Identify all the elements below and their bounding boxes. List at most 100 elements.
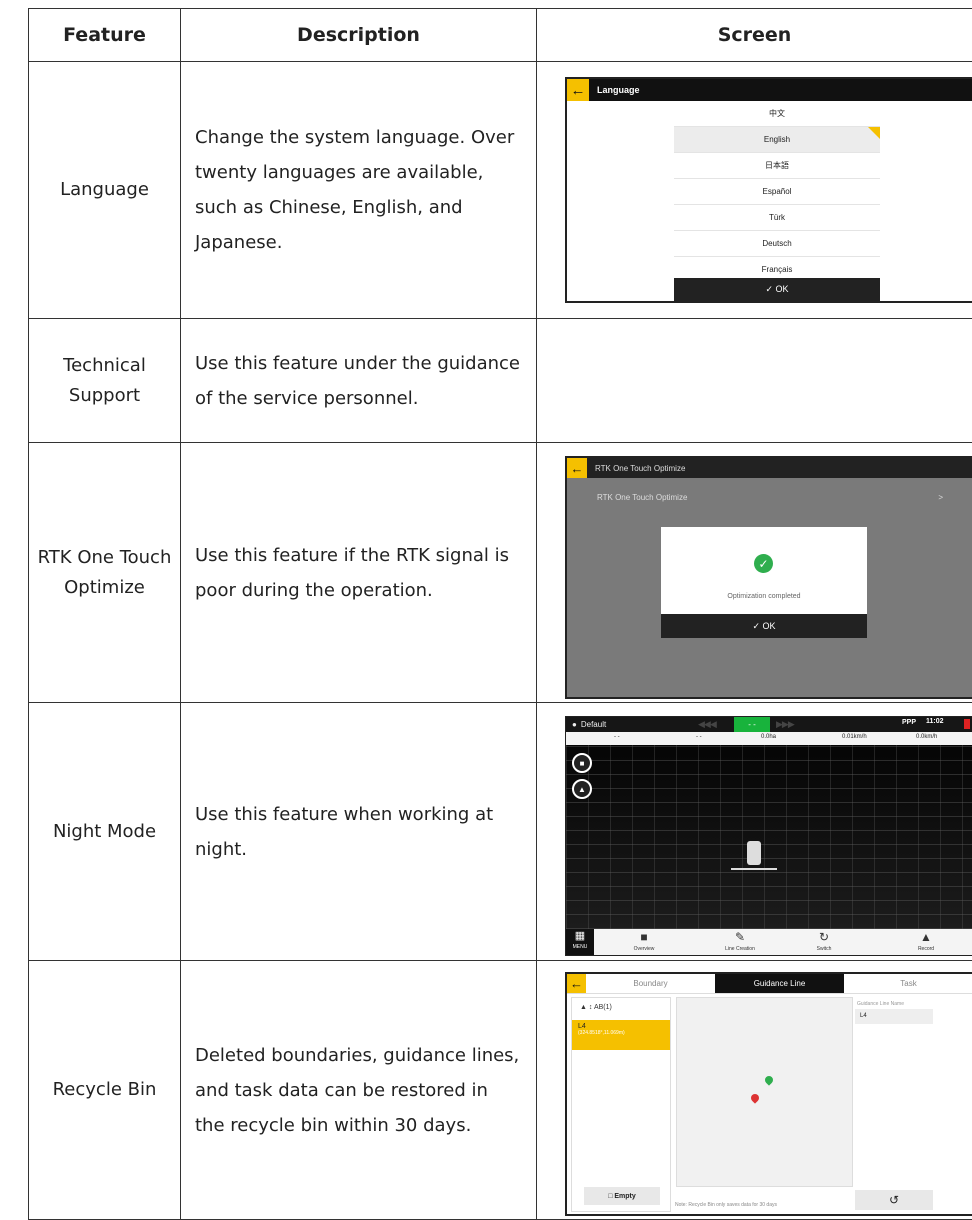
switch-icon: ↻ bbox=[794, 929, 854, 946]
back-arrow-icon[interactable]: ← bbox=[567, 458, 587, 478]
language-item[interactable]: Türk bbox=[674, 205, 880, 231]
table-row: Recycle Bin Deleted boundaries, guidance… bbox=[29, 961, 972, 1220]
header-feature: Feature bbox=[29, 9, 181, 62]
clock: 11:02 bbox=[926, 718, 944, 725]
tab-bar: ← Boundary Guidance Line Task bbox=[567, 974, 972, 994]
feature-cell: Recycle Bin bbox=[29, 961, 181, 1220]
tool-label: Line Creation bbox=[710, 946, 770, 952]
menu-button[interactable]: ▦ MENU bbox=[566, 929, 594, 955]
rtk-screenshot: ← RTK One Touch Optimize RTK One Touch O… bbox=[565, 456, 972, 699]
tool-label: Record bbox=[896, 946, 956, 952]
overview-button[interactable]: ■Overview bbox=[614, 929, 674, 955]
night-mode-screenshot: ● Default ◀◀◀ - - ▶▶▶ PPP 11:02 - - - - … bbox=[565, 716, 972, 956]
restore-icon: ↺ bbox=[889, 1193, 899, 1207]
stats-bar: - - - - 0.0ha 0.01km/h 0.0km/h bbox=[566, 732, 972, 745]
back-arrow-icon[interactable]: ← bbox=[567, 974, 586, 993]
feature-cell: RTK One Touch Optimize bbox=[29, 443, 181, 703]
menu-label: MENU bbox=[566, 944, 594, 950]
stat-value: 0.01km/h bbox=[842, 734, 867, 740]
description-cell: Use this feature when working at night. bbox=[181, 703, 537, 961]
table-row: Night Mode Use this feature when working… bbox=[29, 703, 972, 961]
chevron-right-icon: > bbox=[938, 493, 943, 502]
line-creation-icon: ✎ bbox=[710, 929, 770, 946]
description-cell: Use this feature under the guidance of t… bbox=[181, 319, 537, 443]
language-item[interactable]: 日本語 bbox=[674, 153, 880, 179]
language-title: Language bbox=[597, 85, 640, 95]
record-button[interactable]: ▲Record bbox=[896, 929, 956, 955]
field-label: Guidance Line Name bbox=[857, 1001, 904, 1007]
empty-button[interactable]: □ Empty bbox=[584, 1187, 660, 1205]
header-description: Description bbox=[181, 9, 537, 62]
switch-button[interactable]: ↻Switch bbox=[794, 929, 854, 955]
deviation-value: - - bbox=[734, 717, 770, 732]
language-header: ← Language bbox=[567, 79, 972, 101]
feature-table: Feature Description Screen Language Chan… bbox=[28, 8, 972, 1220]
grid-icon: ▦ bbox=[566, 929, 594, 944]
ok-button[interactable]: ✓ OK bbox=[674, 278, 880, 301]
stat-value: - - bbox=[614, 734, 620, 740]
description-cell: Deleted boundaries, guidance lines, and … bbox=[181, 961, 537, 1220]
group-header[interactable]: ▲ ↕ AB(1) bbox=[572, 998, 670, 1017]
screen-cell: ← Boundary Guidance Line Task ▲ ↕ AB(1) … bbox=[537, 961, 972, 1220]
tool-label: Overview bbox=[614, 946, 674, 952]
tractor-icon bbox=[747, 841, 761, 865]
tool-label: Switch bbox=[794, 946, 854, 952]
3d-field-view: ■ ▲ bbox=[566, 745, 972, 929]
feature-label: Technical Support bbox=[50, 351, 160, 411]
empty-label: Empty bbox=[614, 1193, 635, 1200]
feature-cell: Language bbox=[29, 62, 181, 319]
rtk-header: ← RTK One Touch Optimize bbox=[567, 458, 972, 478]
language-screenshot: ← Language 中文 English 日本語 Español Türk D… bbox=[565, 77, 972, 303]
language-item[interactable]: Español bbox=[674, 179, 880, 205]
overview-icon: ■ bbox=[614, 929, 674, 946]
table-row: RTK One Touch Optimize Use this feature … bbox=[29, 443, 972, 703]
table-header-row: Feature Description Screen bbox=[29, 9, 972, 62]
bottom-toolbar: ▦ MENU ■Overview ✎Line Creation ↻Switch … bbox=[566, 929, 972, 955]
rtk-title: RTK One Touch Optimize bbox=[595, 464, 685, 473]
back-arrow-icon[interactable]: ← bbox=[567, 79, 589, 101]
location-pin-icon: ● bbox=[572, 720, 577, 729]
tab-task[interactable]: Task bbox=[844, 974, 972, 993]
screen-cell: ← RTK One Touch Optimize RTK One Touch O… bbox=[537, 443, 972, 703]
tab-guidance-line[interactable]: Guidance Line bbox=[715, 974, 844, 993]
guidance-line-name-field: L4 bbox=[855, 1009, 933, 1024]
implement-bar bbox=[731, 868, 777, 870]
optimization-dialog: ✓ Optimization completed ✓ OK bbox=[661, 527, 867, 638]
screen-cell: ● Default ◀◀◀ - - ▶▶▶ PPP 11:02 - - - - … bbox=[537, 703, 972, 961]
recycle-bin-screenshot: ← Boundary Guidance Line Task ▲ ↕ AB(1) … bbox=[565, 972, 972, 1216]
language-item[interactable]: 中文 bbox=[674, 101, 880, 127]
description-cell: Use this feature if the RTK signal is po… bbox=[181, 443, 537, 703]
selected-check-icon bbox=[868, 127, 880, 139]
map-preview bbox=[676, 997, 853, 1187]
rtk-row-label: RTK One Touch Optimize bbox=[597, 493, 687, 502]
language-item-label: English bbox=[764, 135, 790, 144]
rtk-optimize-row[interactable]: RTK One Touch Optimize > bbox=[585, 488, 955, 506]
ok-button[interactable]: ✓ OK bbox=[661, 614, 867, 638]
right-arrows-icon: ▶▶▶ bbox=[776, 719, 794, 730]
stat-value: 0.0ha bbox=[761, 734, 776, 740]
language-item[interactable]: Deutsch bbox=[674, 231, 880, 257]
camera-icon[interactable]: ■ bbox=[572, 753, 592, 773]
record-icon: ▲ bbox=[896, 929, 956, 946]
tab-boundary[interactable]: Boundary bbox=[586, 974, 715, 993]
description-cell: Change the system language. Over twenty … bbox=[181, 62, 537, 319]
dialog-message: Optimization completed bbox=[661, 593, 867, 600]
feature-cell: Technical Support bbox=[29, 319, 181, 443]
screen-cell bbox=[537, 319, 972, 443]
deleted-list: ▲ ↕ AB(1) L4 (324.8518°,11.069m) □ Empty bbox=[571, 997, 671, 1212]
compass-icon[interactable]: ▲ bbox=[572, 779, 592, 799]
line-creation-button[interactable]: ✎Line Creation bbox=[710, 929, 770, 955]
screen-cell: ← Language 中文 English 日本語 Español Türk D… bbox=[537, 62, 972, 319]
restore-button[interactable]: ↺ bbox=[855, 1190, 933, 1210]
collapse-icon: ▲ ↕ bbox=[580, 1004, 594, 1011]
table-row: Language Change the system language. Ove… bbox=[29, 62, 972, 319]
stat-value: 0.0km/h bbox=[916, 734, 937, 740]
retention-note: Note: Recycle Bin only saves data for 30… bbox=[675, 1202, 777, 1208]
point-a-pin-icon bbox=[763, 1074, 774, 1085]
feature-cell: Night Mode bbox=[29, 703, 181, 961]
profile-name: Default bbox=[581, 720, 606, 729]
battery-icon bbox=[964, 719, 970, 729]
selected-line-item[interactable]: L4 (324.8518°,11.069m) bbox=[572, 1020, 670, 1050]
language-item-selected[interactable]: English bbox=[674, 127, 880, 153]
point-b-pin-icon bbox=[749, 1092, 760, 1103]
